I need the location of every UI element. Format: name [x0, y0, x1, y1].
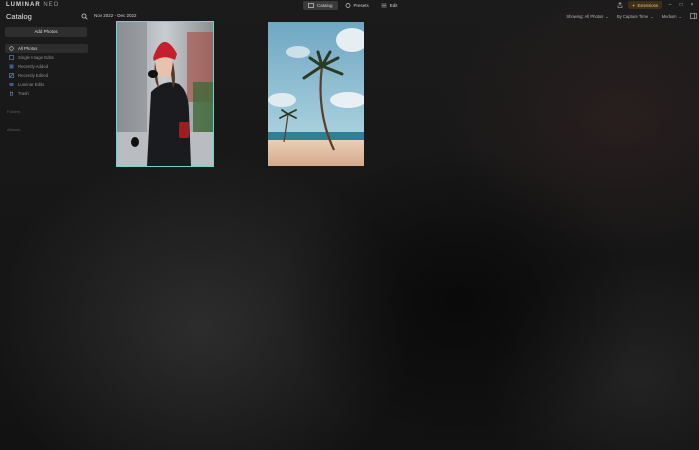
photo-woman-image — [117, 22, 213, 166]
sidebar-item-all-photos[interactable]: All Photos — [5, 44, 88, 53]
sidebar-item-label: Luminar Edits — [18, 82, 45, 87]
extensions-button[interactable]: ✦ Extensions — [628, 1, 662, 9]
sidebar-item-label: Recently Edited — [18, 73, 49, 78]
minimize-icon[interactable]: – — [667, 2, 673, 8]
tab-edit[interactable]: Edit — [376, 1, 403, 10]
size-dropdown[interactable]: Medium ⌄ — [662, 14, 682, 19]
sidebar-item-label: Single Image Edits — [18, 55, 54, 60]
tab-edit-label: Edit — [389, 3, 398, 8]
sort-label: By Capture Time — [616, 13, 649, 19]
catalog-icon — [308, 3, 314, 8]
app-logo: LUMINAR NEO — [6, 2, 59, 8]
sidebar-item-recently-edited[interactable]: Recently Edited — [5, 71, 88, 80]
content-header: Nov 2022 - Dec 2022 Showing: All Photos … — [94, 12, 697, 20]
top-right-controls: ✦ Extensions – □ × — [617, 1, 695, 9]
extensions-icon: ✦ — [632, 2, 636, 8]
sidebar-item-label: All Photos — [18, 46, 38, 51]
top-bar: LUMINAR NEO Catalog Presets Edit ✦ Exten… — [0, 0, 699, 12]
showing-dropdown[interactable]: Showing: All Photos ⌄ — [566, 14, 609, 19]
chevron-down-icon: ⌄ — [650, 13, 654, 19]
edit-icon — [381, 3, 387, 8]
logo-main: LUMINAR — [6, 2, 41, 8]
view-options: Showing: All Photos ⌄ By Capture Time ⌄ … — [566, 13, 697, 19]
single-edit-icon — [9, 55, 14, 60]
photos-icon — [9, 46, 14, 51]
albums-section-label[interactable]: Albums — [7, 127, 20, 132]
search-icon[interactable] — [81, 13, 88, 20]
sidebar-item-luminar-edits[interactable]: Luminar Edits — [5, 80, 88, 89]
luminar-edits-icon — [9, 83, 14, 86]
close-icon[interactable]: × — [689, 2, 695, 8]
extensions-label: Extensions — [637, 2, 658, 8]
sidebar-title: Catalog — [6, 12, 32, 21]
logo-sub: NEO — [43, 2, 60, 8]
sidebar-item-single-image-edits[interactable]: Single Image Edits — [5, 53, 88, 62]
showing-label: Showing: All Photos — [566, 13, 604, 19]
sidebar-item-label: Recently Added — [18, 64, 49, 69]
add-photos-button[interactable]: Add Photos — [5, 27, 87, 37]
photo-palm-image — [268, 22, 364, 166]
size-label: Medium — [661, 13, 677, 19]
recently-added-icon — [9, 64, 14, 69]
tab-presets-label: Presets — [353, 3, 369, 8]
presets-icon — [345, 3, 350, 8]
sidebar-item-label: Trash — [18, 91, 29, 96]
sort-dropdown[interactable]: By Capture Time ⌄ — [617, 14, 654, 19]
sidebar: Catalog Add Photos All Photos Single Ima… — [0, 10, 92, 450]
mode-tabs: Catalog Presets Edit — [303, 1, 403, 10]
trash-icon — [10, 91, 13, 96]
tab-catalog-label: Catalog — [317, 3, 333, 8]
panel-toggle-icon[interactable] — [690, 13, 697, 19]
tab-presets[interactable]: Presets — [340, 1, 374, 10]
sidebar-item-trash[interactable]: Trash — [5, 89, 88, 98]
tab-catalog[interactable]: Catalog — [303, 1, 338, 10]
date-range: Nov 2022 - Dec 2022 — [94, 13, 137, 18]
photo-thumbnail-palm[interactable] — [268, 22, 364, 166]
maximize-icon[interactable]: □ — [678, 2, 684, 8]
chevron-down-icon: ⌄ — [678, 13, 682, 19]
share-icon[interactable] — [617, 2, 623, 8]
folders-section-label[interactable]: Folders — [7, 109, 20, 114]
chevron-down-icon: ⌄ — [605, 13, 609, 19]
sidebar-nav: All Photos Single Image Edits Recently A… — [5, 44, 88, 98]
photo-thumbnail-woman[interactable] — [116, 21, 214, 167]
recently-edited-icon — [9, 73, 14, 78]
sidebar-item-recently-added[interactable]: Recently Added — [5, 62, 88, 71]
